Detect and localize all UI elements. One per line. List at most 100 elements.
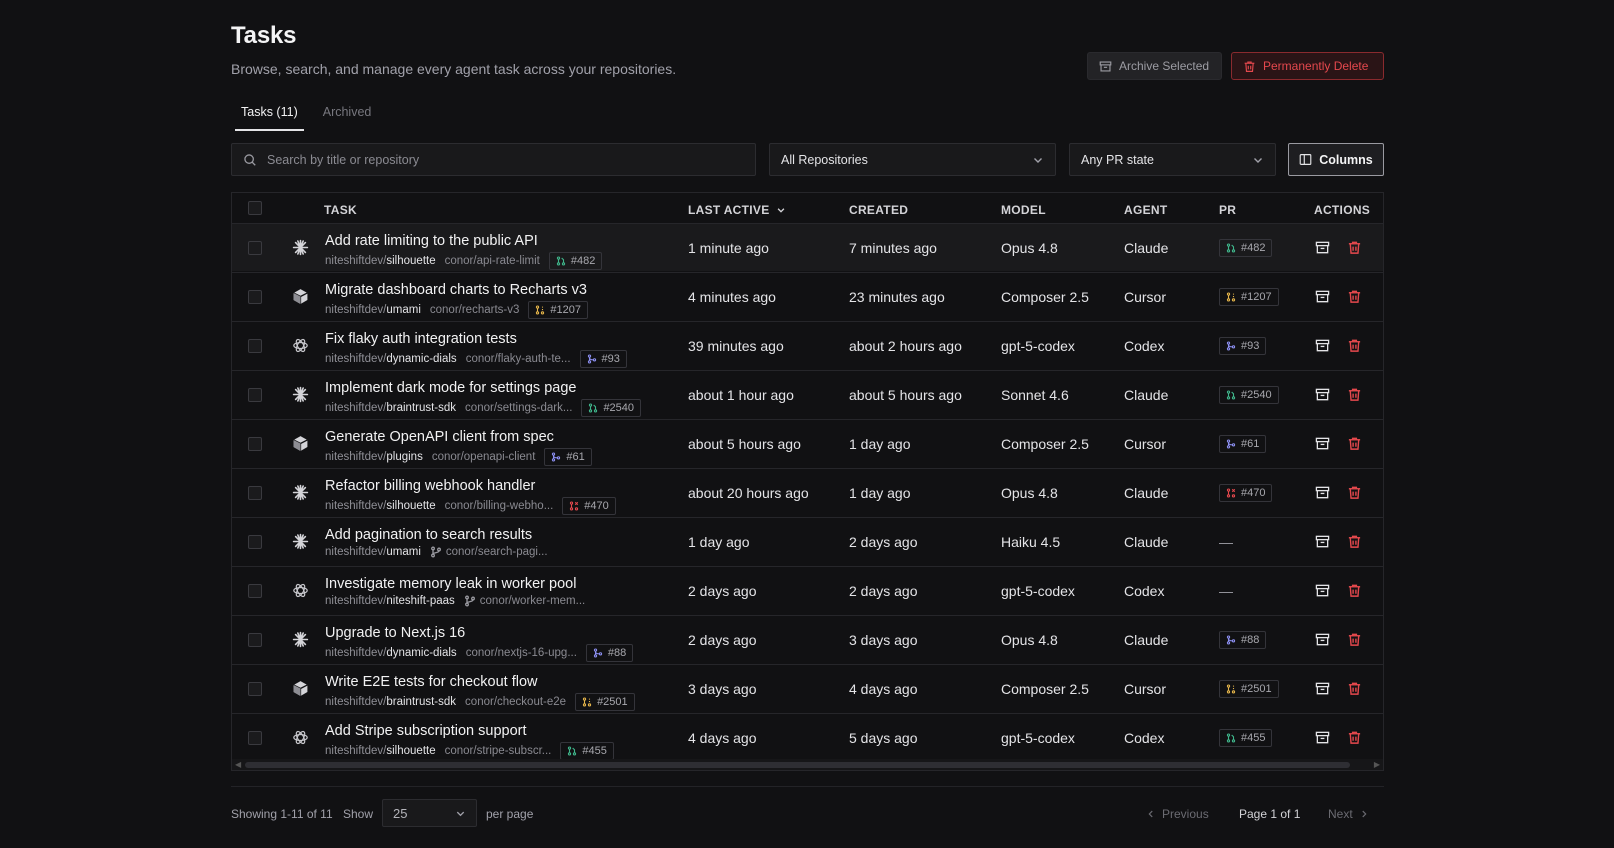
archive-row-button[interactable] xyxy=(1315,338,1330,353)
tab-tasks[interactable]: Tasks (11) xyxy=(235,103,304,131)
task-title[interactable]: Add pagination to search results xyxy=(325,527,532,543)
pr-link-badge[interactable]: #470 xyxy=(562,497,616,515)
row-checkbox[interactable] xyxy=(248,437,262,451)
task-title[interactable]: Generate OpenAPI client from spec xyxy=(325,429,554,445)
row-checkbox[interactable] xyxy=(248,486,262,500)
pr-badge[interactable]: #2501 xyxy=(1219,680,1279,698)
table-row[interactable]: Add rate limiting to the public API nite… xyxy=(232,223,1383,271)
repository[interactable]: niteshiftdev/plugins xyxy=(325,451,423,463)
repository-select[interactable]: All Repositories xyxy=(769,143,1056,176)
delete-row-button[interactable] xyxy=(1347,240,1362,255)
task-title[interactable]: Add Stripe subscription support xyxy=(325,723,527,739)
table-row[interactable]: Investigate memory leak in worker pool n… xyxy=(232,566,1383,614)
delete-row-button[interactable] xyxy=(1347,338,1362,353)
repository[interactable]: niteshiftdev/silhouette xyxy=(325,255,436,267)
header-last-active[interactable]: LAST ACTIVE xyxy=(688,203,786,217)
pr-link-badge[interactable]: #2501 xyxy=(575,693,635,711)
repository[interactable]: niteshiftdev/silhouette xyxy=(325,745,436,757)
task-title[interactable]: Investigate memory leak in worker pool xyxy=(325,576,576,592)
previous-button[interactable]: Previous xyxy=(1146,807,1209,821)
row-checkbox[interactable] xyxy=(248,290,262,304)
repository[interactable]: niteshiftdev/silhouette xyxy=(325,500,436,512)
table-row[interactable]: Upgrade to Next.js 16 niteshiftdev/dynam… xyxy=(232,615,1383,663)
task-title[interactable]: Add rate limiting to the public API xyxy=(325,233,538,249)
delete-row-button[interactable] xyxy=(1347,387,1362,402)
pr-badge[interactable]: #455 xyxy=(1219,729,1273,747)
table-row[interactable]: Fix flaky auth integration tests niteshi… xyxy=(232,321,1383,369)
tab-archived[interactable]: Archived xyxy=(317,103,378,131)
archive-row-button[interactable] xyxy=(1315,632,1330,647)
archive-row-button[interactable] xyxy=(1315,240,1330,255)
scroll-right-arrow[interactable]: ▶ xyxy=(1374,760,1380,769)
pr-badge[interactable]: #93 xyxy=(1219,337,1267,355)
header-model[interactable]: MODEL xyxy=(1001,203,1046,217)
archive-row-button[interactable] xyxy=(1315,534,1330,549)
header-created[interactable]: CREATED xyxy=(849,203,908,217)
archive-row-button[interactable] xyxy=(1315,387,1330,402)
row-checkbox[interactable] xyxy=(248,584,262,598)
row-checkbox[interactable] xyxy=(248,682,262,696)
pr-badge[interactable]: #61 xyxy=(1219,435,1267,453)
horizontal-scrollbar[interactable]: ◀ ▶ xyxy=(232,759,1383,770)
scrollbar-thumb[interactable] xyxy=(245,762,1350,768)
repository[interactable]: niteshiftdev/niteshift-paas xyxy=(325,595,455,607)
columns-button[interactable]: Columns xyxy=(1288,143,1384,176)
header-agent[interactable]: AGENT xyxy=(1124,203,1168,217)
repository[interactable]: niteshiftdev/umami xyxy=(325,304,421,316)
delete-row-button[interactable] xyxy=(1347,534,1362,549)
pr-badge[interactable]: #1207 xyxy=(1219,288,1279,306)
pr-link-badge[interactable]: #2540 xyxy=(581,399,642,417)
task-title[interactable]: Fix flaky auth integration tests xyxy=(325,331,517,347)
archive-row-button[interactable] xyxy=(1315,436,1330,451)
header-task[interactable]: TASK xyxy=(324,203,357,217)
repository[interactable]: niteshiftdev/braintrust-sdk xyxy=(325,402,456,414)
row-checkbox[interactable] xyxy=(248,388,262,402)
per-page-select[interactable]: 25 xyxy=(382,799,477,827)
delete-row-button[interactable] xyxy=(1347,681,1362,696)
table-row[interactable]: Add Stripe subscription support niteshif… xyxy=(232,713,1383,761)
next-button[interactable]: Next xyxy=(1328,807,1369,821)
archive-selected-button[interactable]: Archive Selected xyxy=(1087,52,1222,80)
table-row[interactable]: Write E2E tests for checkout flow nitesh… xyxy=(232,664,1383,712)
permanently-delete-button[interactable]: Permanently Delete xyxy=(1231,52,1384,80)
search-input[interactable] xyxy=(265,151,729,168)
pr-link-badge[interactable]: #61 xyxy=(544,448,592,466)
repository[interactable]: niteshiftdev/braintrust-sdk xyxy=(325,696,456,708)
table-row[interactable]: Refactor billing webhook handler niteshi… xyxy=(232,468,1383,516)
pr-state-select[interactable]: Any PR state xyxy=(1069,143,1276,176)
task-title[interactable]: Upgrade to Next.js 16 xyxy=(325,625,465,641)
pr-link-badge[interactable]: #455 xyxy=(560,742,614,760)
delete-row-button[interactable] xyxy=(1347,485,1362,500)
repository[interactable]: niteshiftdev/dynamic-dials xyxy=(325,353,457,365)
row-checkbox[interactable] xyxy=(248,731,262,745)
table-row[interactable]: Migrate dashboard charts to Recharts v3 … xyxy=(232,272,1383,320)
table-row[interactable]: Implement dark mode for settings page ni… xyxy=(232,370,1383,418)
row-checkbox[interactable] xyxy=(248,241,262,255)
pr-badge[interactable]: #2540 xyxy=(1219,386,1279,404)
pr-badge[interactable]: #470 xyxy=(1219,484,1273,502)
row-checkbox[interactable] xyxy=(248,633,262,647)
delete-row-button[interactable] xyxy=(1347,436,1362,451)
archive-row-button[interactable] xyxy=(1315,583,1330,598)
header-pr[interactable]: PR xyxy=(1219,203,1236,217)
repository[interactable]: niteshiftdev/umami xyxy=(325,546,421,558)
table-row[interactable]: Generate OpenAPI client from spec nitesh… xyxy=(232,419,1383,467)
delete-row-button[interactable] xyxy=(1347,583,1362,598)
archive-row-button[interactable] xyxy=(1315,730,1330,745)
pr-badge[interactable]: #88 xyxy=(1219,631,1267,649)
delete-row-button[interactable] xyxy=(1347,632,1362,647)
pr-link-badge[interactable]: #88 xyxy=(585,644,634,662)
task-title[interactable]: Implement dark mode for settings page xyxy=(325,380,576,396)
repository[interactable]: niteshiftdev/dynamic-dials xyxy=(325,647,457,659)
archive-row-button[interactable] xyxy=(1315,681,1330,696)
delete-row-button[interactable] xyxy=(1347,730,1362,745)
table-row[interactable]: Add pagination to search results niteshi… xyxy=(232,517,1383,565)
task-title[interactable]: Refactor billing webhook handler xyxy=(325,478,535,494)
row-checkbox[interactable] xyxy=(248,339,262,353)
delete-row-button[interactable] xyxy=(1347,289,1362,304)
archive-row-button[interactable] xyxy=(1315,485,1330,500)
pr-link-badge[interactable]: #1207 xyxy=(528,301,588,319)
scroll-left-arrow[interactable]: ◀ xyxy=(235,760,241,769)
task-title[interactable]: Write E2E tests for checkout flow xyxy=(325,674,537,690)
archive-row-button[interactable] xyxy=(1315,289,1330,304)
